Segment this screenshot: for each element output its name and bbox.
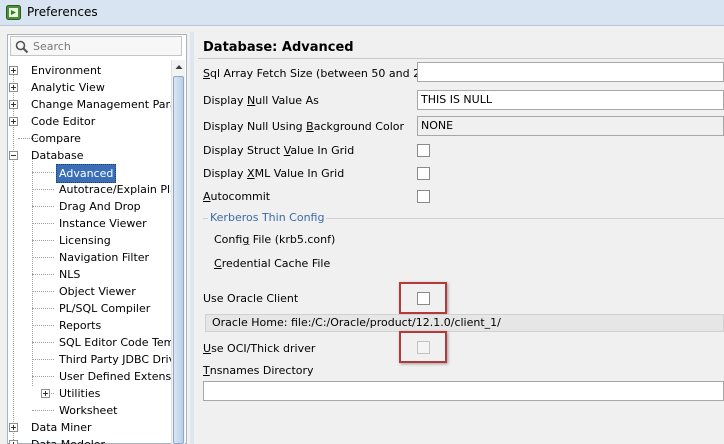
tree-item-sql-editor-templates[interactable]: SQL Editor Code Templa: [8, 334, 171, 351]
struct-grid-checkbox[interactable]: [417, 144, 430, 157]
tree-item-utilities[interactable]: Utilities: [8, 385, 168, 402]
sql-fetch-size-input[interactable]: [417, 62, 724, 82]
use-oracle-client-label: Use Oracle Client: [203, 292, 299, 305]
config-file-label: Config File (krb5.conf): [214, 233, 336, 246]
tnsnames-input[interactable]: [203, 381, 724, 401]
search-icon: [15, 40, 29, 54]
tree-item-analytic-view[interactable]: Analytic View: [8, 79, 168, 96]
window-title: Preferences: [27, 5, 98, 19]
tree-item-instance-viewer[interactable]: Instance Viewer: [8, 215, 168, 232]
xml-grid-label: Display XML Value In Grid: [203, 167, 345, 180]
tree-item-advanced[interactable]: Advanced: [8, 164, 168, 183]
tree-item-data-miner[interactable]: Data Miner: [8, 419, 168, 436]
preferences-tree: Environment Analytic View Change Managem…: [8, 60, 171, 444]
title-bar: Preferences: [0, 0, 724, 26]
app-icon: [6, 5, 21, 20]
tree-item-plsql-compiler[interactable]: PL/SQL Compiler: [8, 300, 168, 317]
oci-thick-checkbox[interactable]: [417, 341, 430, 354]
oracle-home-path: Oracle Home: file:/C:/Oracle/product/12.…: [205, 314, 724, 332]
expand-icon[interactable]: [9, 423, 18, 432]
tree-item-licensing[interactable]: Licensing: [8, 232, 168, 249]
collapse-icon[interactable]: [9, 151, 18, 160]
oci-thick-label: Use OCI/Thick driver: [203, 342, 316, 355]
use-oracle-client-checkbox[interactable]: [417, 292, 430, 305]
page-title: Database: Advanced: [203, 40, 354, 55]
scroll-up-arrow-icon[interactable]: [172, 60, 186, 74]
tree-item-code-editor[interactable]: Code Editor: [8, 113, 168, 130]
tree-item-autotrace[interactable]: Autotrace/Explain Plan: [8, 181, 171, 198]
expand-icon[interactable]: [9, 117, 18, 126]
tree-item-drag-and-drop[interactable]: Drag And Drop: [8, 198, 168, 215]
credential-cache-label: Credential Cache File: [214, 257, 331, 270]
tree-item-data-modeler[interactable]: Data Modeler: [8, 436, 168, 444]
null-value-label: Display Null Value As: [203, 94, 319, 107]
tree-item-nls[interactable]: NLS: [8, 266, 168, 283]
tree-item-environment[interactable]: Environment: [8, 62, 168, 79]
search-box[interactable]: [10, 36, 182, 56]
expand-icon[interactable]: [41, 389, 50, 398]
null-background-select[interactable]: NONE: [417, 116, 724, 136]
tree-item-jdbc-driver[interactable]: Third Party JDBC Driver: [8, 351, 171, 368]
autocommit-checkbox[interactable]: [417, 190, 430, 203]
null-value-input[interactable]: THIS IS NULL: [417, 90, 724, 110]
tnsnames-label: Tnsnames Directory: [203, 364, 314, 377]
expand-icon[interactable]: [9, 83, 18, 92]
tree-item-database[interactable]: Database: [8, 147, 168, 164]
expand-icon[interactable]: [9, 100, 18, 109]
kerberos-group-title: Kerberos Thin Config: [208, 211, 327, 224]
tree-item-worksheet[interactable]: Worksheet: [8, 402, 168, 419]
tree-item-user-defined-extensions[interactable]: User Defined Extension: [8, 368, 171, 385]
tree-item-navigation-filter[interactable]: Navigation Filter: [8, 249, 168, 266]
autocommit-label: Autocommit: [203, 190, 271, 203]
tree-scrollbar[interactable]: [171, 60, 185, 444]
tree-item-reports[interactable]: Reports: [8, 317, 168, 334]
title-divider: [198, 58, 724, 59]
xml-grid-checkbox[interactable]: [417, 167, 430, 180]
search-input[interactable]: [33, 39, 173, 53]
tree-item-compare[interactable]: Compare: [8, 130, 168, 147]
expand-icon[interactable]: [9, 66, 18, 75]
scroll-thumb[interactable]: [173, 76, 184, 444]
sql-fetch-size-label: Sql Array Fetch Size (between 50 and 200…: [203, 67, 439, 80]
expand-icon[interactable]: [9, 440, 18, 444]
null-background-label: Display Null Using Background Color: [203, 120, 404, 133]
tree-item-change-management[interactable]: Change Management Parar: [8, 96, 171, 113]
tree-item-object-viewer[interactable]: Object Viewer: [8, 283, 168, 300]
struct-grid-label: Display Struct Value In Grid: [203, 144, 355, 157]
